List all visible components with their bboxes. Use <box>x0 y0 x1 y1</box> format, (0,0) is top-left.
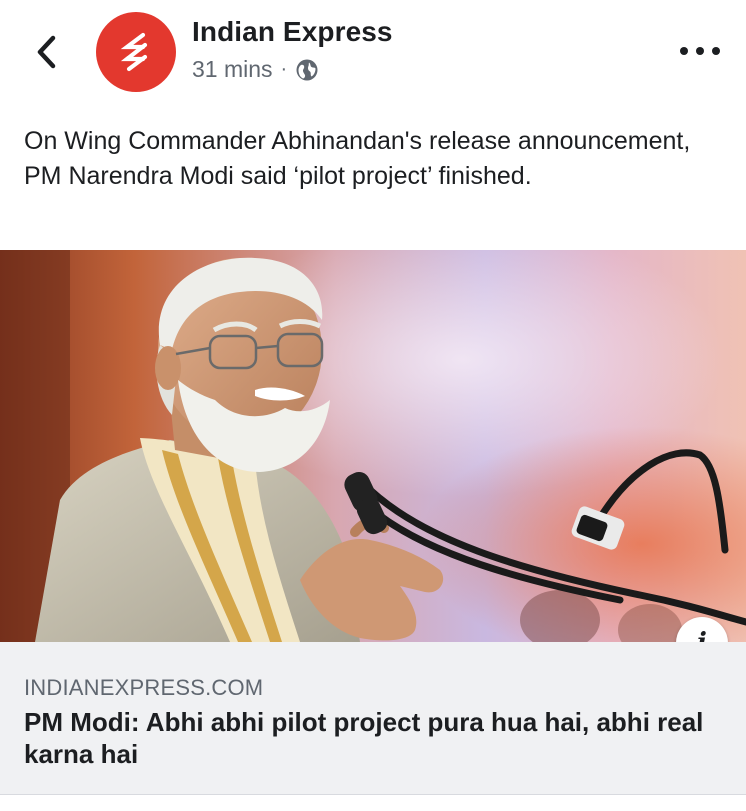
chevron-left-icon <box>37 35 56 69</box>
page-name[interactable]: Indian Express <box>192 16 393 48</box>
bottom-spacer <box>0 795 746 811</box>
link-domain: INDIANEXPRESS.COM <box>24 675 264 700</box>
link-title[interactable]: PM Modi: Abhi abhi pilot project pura hu… <box>24 706 714 770</box>
post-message: On Wing Commander Abhinandan's release a… <box>24 127 691 190</box>
page-avatar[interactable] <box>96 12 176 92</box>
back-button[interactable] <box>26 30 66 74</box>
post-screen: Indian Express 31 mins · On Wing Command… <box>0 0 746 811</box>
post-time[interactable]: 31 mins <box>192 56 273 83</box>
news-photo <box>0 250 746 642</box>
more-horizontal-icon <box>680 47 688 55</box>
meta-separator: · <box>280 58 288 80</box>
indian-express-logo-icon <box>120 32 148 72</box>
post-meta: 31 mins · <box>192 56 319 83</box>
more-options-button[interactable] <box>680 36 720 66</box>
link-preview-caption[interactable]: INDIANEXPRESS.COM PM Modi: Abhi abhi pil… <box>0 642 746 795</box>
post-header: Indian Express 31 mins · <box>0 0 746 110</box>
link-preview-image[interactable] <box>0 250 746 642</box>
globe-icon <box>296 59 318 80</box>
